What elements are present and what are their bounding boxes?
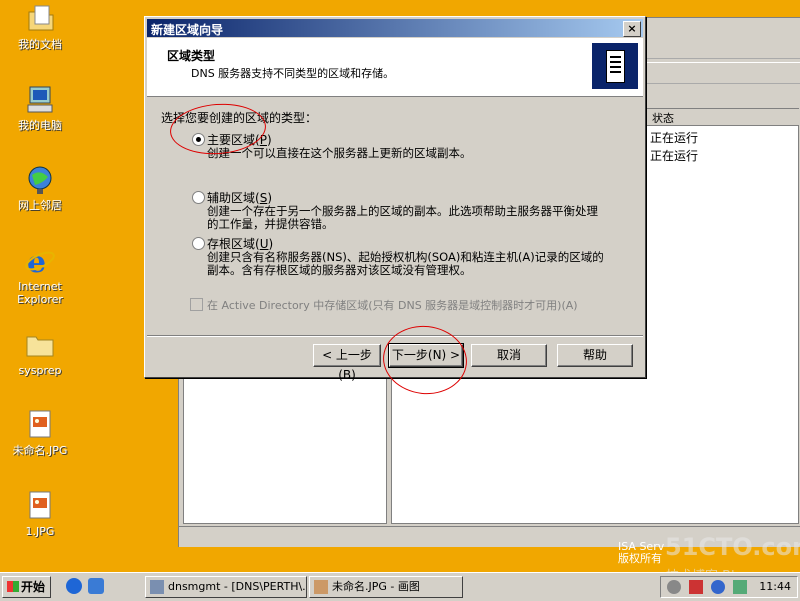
desktop-icon-label: Internet Explorer [17, 280, 63, 306]
taskbar: 开始 dnsmgmt - [DNS\PERTH\... 未命名.JPG - 画图… [0, 572, 800, 601]
status-cell: 正在运行 [650, 131, 699, 145]
primary-zone-description: 创建一个可以直接在这个服务器上更新的区域副本。 [207, 146, 472, 160]
console-menubar [645, 40, 800, 59]
page-title: 区域类型 [167, 49, 216, 63]
tray-help-icon[interactable] [711, 580, 725, 594]
stub-zone-description: 创建只含有名称服务器(NS)、起始授权机构(SOA)和粘连主机(A)记录的区域的… [207, 250, 604, 277]
task-label: dnsmgmt - [DNS\PERTH\... [168, 580, 307, 593]
task-label: 未命名.JPG - 画图 [332, 580, 420, 593]
desktop-icon-label: 网上邻居 [18, 199, 62, 212]
desktop-icon-internet-explorer[interactable]: e Internet Explorer [4, 244, 76, 306]
windows-flag-icon [7, 581, 19, 592]
desktop-icon-1-jpg[interactable]: 1.JPG [4, 489, 76, 538]
quicklaunch-explorer-icon[interactable] [88, 578, 104, 594]
console-toolbar [645, 62, 800, 84]
secondary-zone-description: 创建一个存在于另一个服务器上的区域的副本。此选项帮助主服务器平衡处理的工作量，并… [207, 204, 598, 231]
desktop-icon-label: 1.JPG [25, 525, 55, 538]
clock[interactable]: 11:44 [759, 580, 791, 593]
isa-line-2: 版权所有 [618, 552, 662, 565]
cancel-button[interactable]: 取消 [471, 344, 547, 367]
start-button[interactable]: 开始 [2, 576, 51, 598]
desktop-icon-label: sysprep [18, 364, 62, 377]
image-file-icon [23, 489, 57, 523]
wizard-header: 区域类型 DNS 服务器支持不同类型的区域和存储。 [147, 38, 643, 97]
desktop-icon-label: 我的电脑 [18, 119, 62, 132]
back-button[interactable]: < 上一步(B) [313, 344, 381, 382]
tray-security-icon[interactable] [689, 580, 703, 594]
my-documents-icon [23, 2, 57, 36]
desktop-icon-my-computer[interactable]: 我的电脑 [4, 83, 76, 132]
internet-explorer-icon: e [23, 244, 57, 280]
dialog-titlebar[interactable]: 新建区域向导 × [147, 19, 643, 37]
dns-mmc-icon [150, 580, 164, 594]
close-button[interactable]: × [623, 21, 641, 37]
network-places-icon [23, 163, 57, 197]
desktop-icon-untitled-jpg[interactable]: 未命名.JPG [4, 408, 76, 457]
watermark: 51CTO.com [665, 533, 800, 561]
desktop-icon-label: 我的文档 [18, 38, 62, 51]
server-icon [592, 43, 638, 89]
desktop-icon-network-places[interactable]: 网上邻居 [4, 163, 76, 212]
desktop-icon-my-documents[interactable]: 我的文档 [4, 2, 76, 51]
store-in-ad-label: 在 Active Directory 中存储区域(只有 DNS 服务器是域控制器… [207, 299, 578, 312]
column-header-label: 状态 [652, 112, 674, 125]
dialog-title: 新建区域向导 [151, 23, 224, 37]
radio-stub-zone[interactable] [192, 237, 205, 250]
folder-icon [23, 328, 57, 362]
radio-secondary-zone[interactable] [192, 191, 205, 204]
store-in-ad-checkbox[interactable] [190, 298, 203, 311]
desktop-icon-label: 未命名.JPG [12, 444, 68, 457]
my-computer-icon [23, 83, 57, 117]
desktop-icon-sysprep[interactable]: sysprep [4, 328, 76, 377]
tray-network-icon[interactable] [667, 580, 681, 594]
tray-monitor-icon[interactable] [733, 580, 747, 594]
page-subtitle: DNS 服务器支持不同类型的区域和存储。 [191, 67, 395, 80]
status-cell: 正在运行 [650, 149, 699, 163]
quicklaunch-ie-icon[interactable] [66, 578, 82, 594]
system-tray: 11:44 [660, 576, 798, 598]
image-file-icon [23, 408, 57, 442]
paint-icon [314, 580, 328, 594]
column-header-status[interactable]: 状态 [644, 109, 799, 126]
taskbar-item-paint[interactable]: 未命名.JPG - 画图 [309, 576, 463, 598]
isa-server-text: ISA Serv 版权所有 [618, 541, 664, 565]
taskbar-item-dnsmgmt[interactable]: dnsmgmt - [DNS\PERTH\... [145, 576, 307, 598]
help-button[interactable]: 帮助 [557, 344, 633, 367]
start-label: 开始 [21, 580, 46, 594]
new-zone-wizard-dialog: 新建区域向导 × 区域类型 DNS 服务器支持不同类型的区域和存储。 选择您要创… [144, 16, 646, 382]
